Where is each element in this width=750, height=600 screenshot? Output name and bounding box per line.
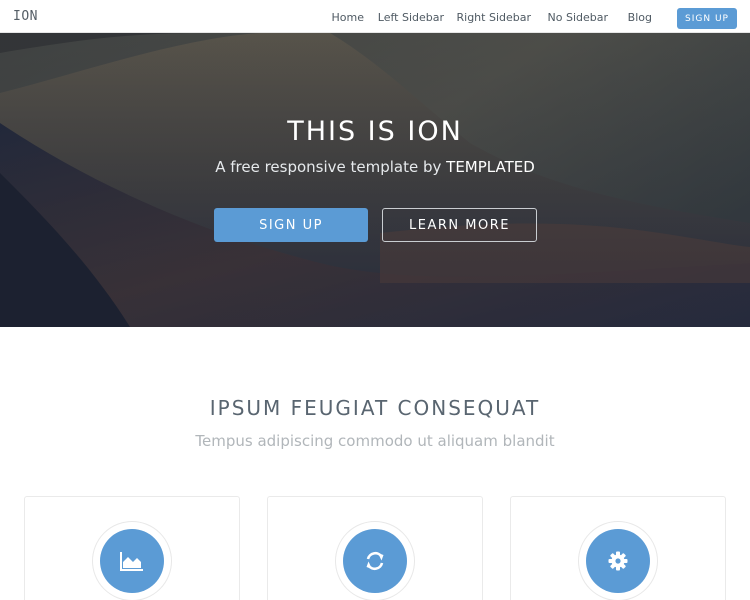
icon-ring	[578, 521, 658, 600]
hero-subtitle-brand: TEMPLATED	[446, 158, 535, 176]
nav-home[interactable]: Home	[332, 11, 364, 24]
nav-right-sidebar[interactable]: Right Sidebar	[457, 11, 532, 24]
refresh-icon	[343, 529, 407, 593]
hero-subtitle: A free responsive template by TEMPLATED	[0, 158, 750, 176]
nav-left-sidebar[interactable]: Left Sidebar	[378, 11, 444, 24]
hero-learn-more-button[interactable]: LEARN MORE	[382, 208, 537, 242]
area-chart-icon	[100, 529, 164, 593]
section-subtitle: Tempus adipiscing commodo ut aliquam bla…	[195, 432, 555, 450]
section-title: IPSUM FEUGIAT CONSEQUAT	[209, 396, 541, 420]
feature-card	[267, 496, 483, 600]
hero-signup-button[interactable]: SIGN UP	[214, 208, 368, 242]
hero-banner: THIS IS ION A free responsive template b…	[0, 33, 750, 327]
nav-no-sidebar[interactable]: No Sidebar	[548, 11, 609, 24]
nav-blog[interactable]: Blog	[628, 11, 652, 24]
gear-icon	[586, 529, 650, 593]
top-header: ION Home Left Sidebar Right Sidebar No S…	[0, 0, 750, 33]
icon-ring	[335, 521, 415, 600]
main-nav: Home Left Sidebar Right Sidebar No Sideb…	[0, 0, 750, 33]
feature-card	[24, 496, 240, 600]
header-signup-button[interactable]: SIGN UP	[677, 8, 737, 29]
hero-content: THIS IS ION A free responsive template b…	[0, 33, 750, 327]
feature-card	[510, 496, 726, 600]
hero-subtitle-text: A free responsive template by	[215, 158, 447, 176]
icon-ring	[92, 521, 172, 600]
hero-title: THIS IS ION	[287, 116, 463, 147]
